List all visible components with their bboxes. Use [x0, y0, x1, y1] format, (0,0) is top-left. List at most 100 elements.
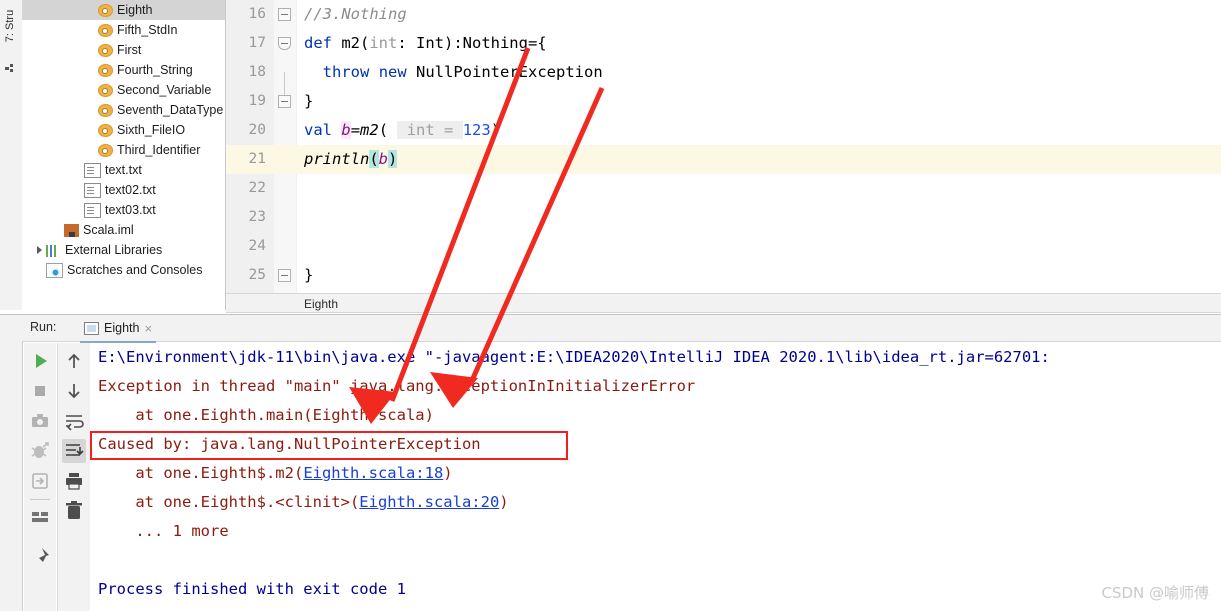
stop-button[interactable] — [28, 379, 52, 403]
code-line-19[interactable]: 19} — [226, 87, 1221, 116]
project-tree-panel[interactable]: Eighth Fifth_StdIn First Fourth_String Secon… — [22, 0, 226, 310]
fold-toggle-17[interactable] — [278, 37, 291, 50]
print-button[interactable] — [62, 469, 86, 493]
tree-item-label: Fourth_String — [117, 63, 193, 77]
scala-object-icon — [98, 44, 113, 57]
tree-item-first[interactable]: First — [22, 40, 225, 60]
fold-toggle-19[interactable] — [278, 95, 291, 108]
run-tool-window: Run: Eighth × E:\Environment\jdk-11\bin\… — [0, 314, 1221, 611]
toolbar-divider — [30, 499, 50, 500]
console-file-link[interactable]: Eighth.scala:20 — [359, 493, 499, 511]
line-number: 22 — [248, 180, 266, 196]
code-line-18[interactable]: 18 throw new NullPointerException — [226, 58, 1221, 87]
line-number: 19 — [248, 93, 266, 109]
tree-item-third-identifier[interactable]: Third_Identifier — [22, 140, 225, 160]
fold-toggle-25[interactable] — [278, 269, 291, 282]
structure-tool-button[interactable]: 7: Stru — [4, 0, 20, 54]
code-line-17[interactable]: 17 def m2(int: Int):Nothing={ — [226, 29, 1221, 58]
caused-by-highlight-box — [90, 431, 568, 460]
rerun-button[interactable] — [28, 349, 52, 373]
scroll-to-end-button[interactable] — [62, 439, 86, 463]
console-file-link[interactable]: Eighth.scala:18 — [303, 464, 443, 482]
scala-object-icon — [98, 124, 113, 137]
soft-wrap-icon — [66, 415, 84, 431]
text-file-icon — [84, 203, 101, 218]
export-button[interactable] — [28, 469, 52, 493]
stop-icon — [35, 386, 45, 396]
console-text: ... 1 more — [98, 522, 229, 540]
scroll-end-icon — [66, 444, 84, 456]
layout-button[interactable] — [28, 505, 52, 529]
tree-item-text02-txt[interactable]: text02.txt — [22, 180, 225, 200]
console-text: at one.Eighth$.<clinit>( — [98, 493, 360, 511]
tree-item-text03-txt[interactable]: text03.txt — [22, 200, 225, 220]
screenshot-button[interactable] — [28, 409, 52, 433]
scala-object-icon — [98, 84, 113, 97]
tree-item-label: Sixth_FileIO — [117, 123, 186, 137]
tree-item-text-txt[interactable]: text.txt — [22, 160, 225, 180]
code-line-22[interactable]: 22 — [226, 174, 1221, 203]
code-line-25[interactable]: 25} — [226, 261, 1221, 290]
code-line-text: def m2(int: Int):Nothing={ — [304, 34, 547, 52]
run-tab-label: Eighth — [104, 321, 140, 335]
tree-item-seventh-datatype[interactable]: Seventh_DataType — [22, 100, 225, 120]
code-line-20[interactable]: 20 val b=m2( int = 123) — [226, 116, 1221, 145]
console-text: Exception in thread "main" java.lang.Exc… — [98, 377, 696, 395]
pin-button[interactable] — [28, 545, 52, 569]
tree-item-label: text02.txt — [105, 183, 156, 197]
tree-item-label: First — [117, 43, 142, 57]
tree-item-scratches-and-consoles[interactable]: Scratches and Consoles — [22, 260, 225, 280]
close-icon[interactable]: × — [144, 321, 152, 336]
code-editor[interactable]: 16 //3.Nothing 17 def m2(int: Int):Nothing=… — [226, 0, 1221, 293]
console-text: E:\Environment\jdk-11\bin\java.exe "-jav… — [98, 348, 1050, 366]
run-tab-eighth[interactable]: Eighth × — [80, 315, 157, 343]
console-line: at one.Eighth$.m2(Eighth.scala:18) — [98, 459, 453, 488]
scala-object-icon — [98, 144, 113, 157]
tree-item-fifth-stdin[interactable]: Fifth_StdIn — [22, 20, 225, 40]
up-button[interactable] — [62, 349, 86, 373]
fold-toggle-16[interactable] — [278, 8, 291, 21]
libraries-icon — [46, 245, 61, 257]
run-config-icon — [84, 321, 99, 335]
code-line-24[interactable]: 24 — [226, 232, 1221, 261]
tree-item-eighth[interactable]: Eighth — [22, 0, 225, 20]
console-output[interactable]: E:\Environment\jdk-11\bin\java.exe "-jav… — [90, 343, 1221, 611]
tree-item-external-libraries[interactable]: External Libraries — [22, 240, 225, 260]
tree-item-scala-iml[interactable]: Scala.iml — [22, 220, 225, 240]
arrow-up-icon — [68, 353, 80, 368]
structure-icon — [5, 64, 13, 72]
console-line: ... 1 more — [98, 517, 229, 546]
soft-wrap-button[interactable] — [62, 409, 86, 433]
debug-button[interactable] — [28, 439, 52, 463]
clear-all-button[interactable] — [62, 499, 86, 523]
tree-item-second-variable[interactable]: Second_Variable — [22, 80, 225, 100]
line-number: 23 — [248, 209, 266, 225]
scala-object-icon — [98, 104, 113, 117]
scala-object-icon — [98, 64, 113, 77]
console-text: at one.Eighth.main(Eighth.scala) — [98, 406, 434, 424]
code-line-text: throw new NullPointerException — [322, 63, 603, 81]
line-number: 18 — [248, 64, 266, 80]
run-side-strip — [0, 315, 23, 611]
tree-item-fourth-string[interactable]: Fourth_String — [22, 60, 225, 80]
code-line-21[interactable]: 21 println(b) — [226, 145, 1221, 174]
console-text: ) — [443, 464, 453, 482]
breadcrumb[interactable]: Eighth — [226, 293, 1221, 313]
console-line: Process finished with exit code 1 — [98, 575, 406, 604]
down-button[interactable] — [62, 379, 86, 403]
console-text: at one.Eighth$.m2( — [98, 464, 304, 482]
ide-window: 7: Stru Eighth Fifth_StdIn First Fourth_Str… — [0, 0, 1221, 611]
code-line-16[interactable]: 16 //3.Nothing — [226, 0, 1221, 29]
code-line-23[interactable]: 23 — [226, 203, 1221, 232]
tree-item-sixth-fileio[interactable]: Sixth_FileIO — [22, 120, 225, 140]
text-file-icon — [84, 163, 101, 178]
pin-icon — [34, 548, 49, 567]
left-tool-strip: 7: Stru — [0, 0, 23, 310]
expand-arrow-icon[interactable] — [34, 244, 46, 256]
